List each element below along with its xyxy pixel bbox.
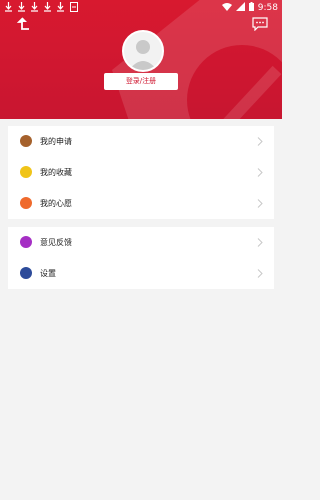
wish-icon [20, 197, 32, 209]
menu-item-my-wishes[interactable]: 我的心愿 [8, 188, 274, 219]
default-avatar-icon [129, 40, 157, 70]
wifi-icon [221, 2, 232, 14]
chevron-right-icon [257, 199, 263, 208]
menu-item-my-applications[interactable]: 我的申请 [8, 126, 274, 157]
message-icon [252, 17, 268, 32]
download-icon [57, 2, 64, 12]
notification-icon [70, 2, 78, 12]
battery-icon [248, 2, 254, 14]
menu-item-feedback[interactable]: 意见反馈 [8, 227, 274, 258]
back-button[interactable] [16, 16, 32, 32]
menu-item-settings[interactable]: 设置 [8, 258, 274, 289]
download-icon [31, 2, 38, 12]
application-icon [20, 135, 32, 147]
menu-item-label: 我的心愿 [40, 199, 72, 208]
flag-icon [20, 236, 32, 248]
star-icon [20, 166, 32, 178]
menu-item-my-favorites[interactable]: 我的收藏 [8, 157, 274, 188]
settings-icon [20, 267, 32, 279]
chevron-right-icon [257, 168, 263, 177]
menu-card-system: 意见反馈 设置 [8, 227, 274, 289]
chevron-right-icon [257, 137, 263, 146]
chevron-right-icon [257, 238, 263, 247]
status-bar: 9:58 [0, 0, 282, 16]
menu-item-label: 意见反馈 [40, 238, 72, 247]
status-time: 9:58 [257, 3, 278, 13]
signal-icon [235, 2, 245, 14]
download-icon [44, 2, 51, 12]
download-icon [18, 2, 25, 12]
menu-item-label: 我的收藏 [40, 168, 72, 177]
menu-card-account: 我的申请 我的收藏 我的心愿 [8, 126, 274, 219]
menu-item-label: 设置 [40, 269, 56, 278]
chevron-right-icon [257, 269, 263, 278]
login-register-button[interactable]: 登录/注册 [104, 73, 178, 90]
download-icon [5, 2, 12, 12]
avatar[interactable] [122, 30, 164, 72]
profile-header: 9:58 登录/注册 [0, 0, 282, 119]
back-arrow-icon [16, 17, 29, 30]
message-button[interactable] [252, 16, 268, 32]
menu-item-label: 我的申请 [40, 137, 72, 146]
